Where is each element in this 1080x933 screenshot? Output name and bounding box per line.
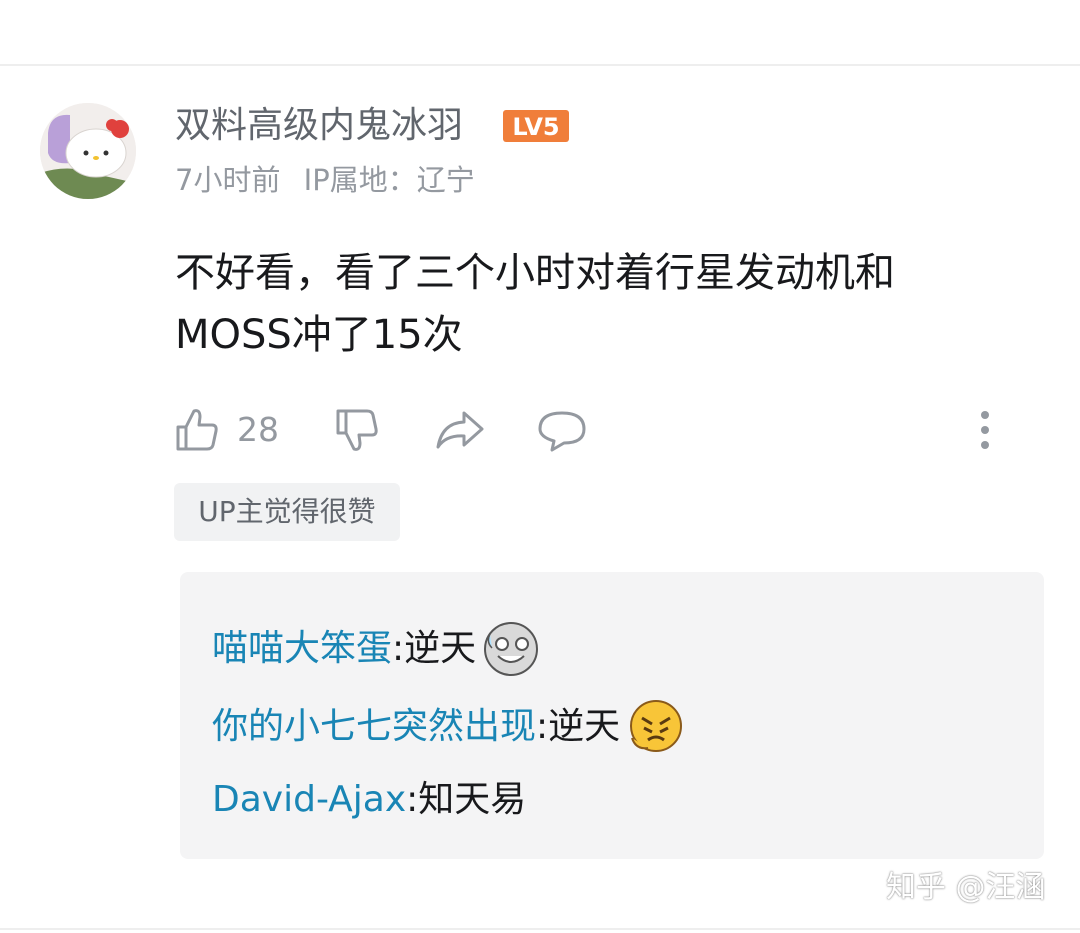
comment-content: 不好看，看了三个小时对着行星发动机和 MOSS冲了15次 [175,250,895,358]
reply-colon: : [392,628,405,669]
reply-text: 逆天 [404,628,477,669]
up-liked-tag: UP主觉得很赞 [174,483,400,541]
more-options-button[interactable] [970,402,1000,458]
avatar[interactable] [40,103,136,199]
avatar-image [40,103,136,199]
username[interactable]: 双料高级内鬼冰羽 [175,104,463,148]
reply-author[interactable]: David-Ajax [212,776,406,824]
reply-text: 知天易 [418,779,527,820]
reply-item[interactable]: 喵喵大笨蛋: 逆天 [212,620,540,678]
reply-item[interactable]: 你的小七七突然出现: 逆天 [212,698,684,756]
ip-location: IP属地：辽宁 [303,163,475,197]
frustrated-emoji-icon [630,700,683,752]
like-count: 28 [237,410,279,449]
dislike-button[interactable] [332,402,382,458]
reply-button[interactable] [536,402,588,458]
reply-text: 逆天 [548,706,621,747]
reply-colon: : [536,706,549,747]
level-badge-text: LV5 [512,113,559,141]
share-icon [436,411,484,449]
laughing-emoji-icon [484,622,539,676]
comment-meta: 7小时前 IP属地：辽宁 [175,160,475,200]
thumbs-down-icon [336,409,378,451]
share-button[interactable] [434,402,486,458]
reply-list[interactable]: 喵喵大笨蛋: 逆天 你的小七七突然出现: 逆天 David-Ajax: 知天易 [180,572,1044,859]
reply-author[interactable]: 你的小七七突然出现 [212,703,536,751]
level-badge-icon: LV5 [503,110,569,142]
top-divider [0,64,1080,66]
thumbs-up-icon [176,409,218,451]
comment-bubble-icon [538,411,586,452]
bottom-divider [0,928,1080,930]
like-button[interactable] [172,402,222,458]
comment-time: 7小时前 [175,163,281,197]
reply-author[interactable]: 喵喵大笨蛋 [212,625,392,673]
reply-item[interactable]: David-Ajax: 知天易 [212,776,526,824]
more-vertical-icon [981,411,989,449]
reply-colon: : [406,779,419,820]
watermark: 知乎 @汪涵 [886,870,1046,905]
